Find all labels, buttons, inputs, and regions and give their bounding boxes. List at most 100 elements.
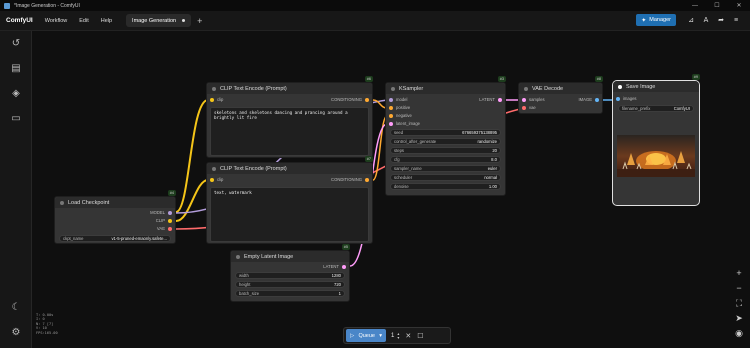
conditioning-output-port[interactable]: CONDITIONING — [331, 97, 369, 102]
vae-decode-node[interactable]: #8 VAE Decode samples vae IMAGE — [518, 76, 603, 114]
vae-output-port[interactable]: VAE — [157, 226, 172, 231]
collapse-dot-icon[interactable] — [618, 84, 622, 89]
empty-latent-image-node[interactable]: #5 Empty Latent Image LATENT width 1280 h… — [230, 244, 350, 302]
filename-prefix-widget[interactable]: filename_prefix ComfyUI — [618, 105, 694, 112]
latent-output-port[interactable]: LATENT — [323, 264, 346, 269]
zoom-out-icon[interactable]: − — [732, 281, 746, 295]
chevron-down-icon[interactable]: ▾ — [379, 333, 382, 339]
node-title[interactable]: CLIP Text Encode (Prompt) — [207, 83, 372, 94]
unsaved-dot-icon[interactable] — [182, 19, 186, 22]
clip-output-port[interactable]: CLIP — [156, 218, 172, 223]
history-icon[interactable]: ↺ — [9, 36, 23, 50]
pointer-icon[interactable]: ➤ — [732, 311, 746, 325]
seed-widget[interactable]: seed 676659375138895 — [390, 129, 501, 136]
positive-input-port[interactable]: positive — [389, 105, 410, 110]
model-output-port[interactable]: MODEL — [150, 210, 172, 215]
images-input-port[interactable]: images — [616, 96, 637, 101]
samples-input-port[interactable]: samples — [522, 97, 545, 102]
width-widget[interactable]: width 1280 — [235, 272, 345, 279]
menu-edit[interactable]: Edit — [79, 18, 88, 24]
moon-icon[interactable]: ☾ — [9, 300, 23, 314]
cancel-icon[interactable]: ✕ — [405, 332, 411, 340]
latent-image-input-port[interactable]: latent_image — [389, 121, 420, 126]
conditioning-output-port[interactable]: CONDITIONING — [331, 177, 369, 182]
close-window-button[interactable]: ✕ — [728, 0, 750, 11]
stepper-icon[interactable]: ▴ ▾ — [397, 331, 399, 340]
image-output-port[interactable]: IMAGE — [579, 97, 599, 102]
save-image-node[interactable]: #9 Save Image images filename_prefix Comf… — [612, 74, 700, 206]
menu-icon[interactable]: ≡ — [730, 14, 742, 26]
clip-text-encode-negative-node[interactable]: #7 CLIP Text Encode (Prompt) clip CONDIT… — [206, 156, 373, 244]
port-dot-icon[interactable] — [168, 218, 172, 223]
port-dot-icon[interactable] — [210, 177, 214, 182]
steps-widget[interactable]: steps 20 — [390, 147, 501, 154]
node-title[interactable]: Empty Latent Image — [231, 251, 349, 262]
zoom-in-icon[interactable]: + — [732, 266, 746, 280]
port-dot-icon[interactable] — [365, 97, 369, 102]
port-dot-icon[interactable] — [168, 210, 172, 215]
model-input-port[interactable]: model — [389, 97, 407, 102]
visibility-icon[interactable]: ◉ — [732, 326, 746, 340]
menu-help[interactable]: Help — [101, 18, 112, 24]
share-icon[interactable]: ➦ — [715, 14, 727, 26]
port-dot-icon[interactable] — [389, 97, 393, 102]
manager-button[interactable]: ✦ Manager — [636, 14, 676, 26]
scheduler-widget[interactable]: scheduler normal — [390, 174, 501, 181]
collapse-dot-icon[interactable] — [524, 86, 528, 91]
port-dot-icon[interactable] — [365, 177, 369, 182]
cube-icon[interactable]: ◈ — [9, 86, 23, 100]
menu-workflow[interactable]: Workflow — [45, 18, 68, 24]
port-dot-icon[interactable] — [595, 97, 599, 102]
latent-output-port[interactable]: LATENT — [479, 97, 502, 102]
node-title[interactable]: Load Checkpoint — [55, 197, 175, 208]
ckpt-name-combo[interactable]: ckpt_name v1-5-pruned-emaonly.safete... — [59, 235, 171, 242]
queue-count-input[interactable]: 1 — [391, 333, 394, 339]
workflow-tab-active[interactable]: Image Generation — [126, 14, 192, 27]
node-title[interactable]: KSampler — [386, 83, 505, 94]
port-dot-icon[interactable] — [168, 226, 172, 231]
collapse-dot-icon[interactable] — [212, 86, 216, 91]
cfg-widget[interactable]: cfg 8.0 — [390, 156, 501, 163]
queue-list-icon[interactable]: ▤ — [9, 61, 23, 75]
folder-icon[interactable]: ▭ — [9, 111, 23, 125]
clip-input-port[interactable]: clip — [210, 97, 223, 102]
output-image-preview[interactable] — [617, 135, 695, 177]
denoise-widget[interactable]: denoise 1.00 — [390, 183, 501, 190]
fit-view-icon[interactable]: ⛶ — [732, 296, 746, 310]
sampler-name-widget[interactable]: sampler_name euler — [390, 165, 501, 172]
batch-size-widget[interactable]: batch_size 1 — [235, 290, 345, 297]
negative-input-port[interactable]: negative — [389, 113, 412, 118]
collapse-dot-icon[interactable] — [391, 86, 395, 91]
port-dot-icon[interactable] — [389, 121, 393, 126]
port-dot-icon[interactable] — [389, 105, 393, 110]
translate-icon[interactable]: A — [700, 14, 712, 26]
node-title[interactable]: CLIP Text Encode (Prompt) — [207, 163, 372, 174]
vae-input-port[interactable]: vae — [522, 105, 536, 110]
port-dot-icon[interactable] — [498, 97, 502, 102]
prompt-textarea[interactable]: skeletons and skeletons dancing and pran… — [210, 107, 369, 156]
stop-icon[interactable]: ☐ — [417, 332, 423, 340]
load-checkpoint-node[interactable]: #4 Load Checkpoint MODEL CLIP VAE ckpt_n… — [54, 190, 176, 244]
minimize-button[interactable]: — — [684, 0, 706, 11]
settings-gear-icon[interactable]: ⚙ — [9, 325, 23, 339]
clip-text-encode-positive-node[interactable]: #6 CLIP Text Encode (Prompt) clip CONDIT… — [206, 76, 373, 158]
control-after-generate-widget[interactable]: control_after_generate randomize — [390, 138, 501, 145]
clip-input-port[interactable]: clip — [210, 177, 223, 182]
brand-logo[interactable]: ComfyUI — [6, 17, 33, 24]
collapse-dot-icon[interactable] — [212, 166, 216, 171]
port-dot-icon[interactable] — [522, 97, 526, 102]
port-dot-icon[interactable] — [522, 105, 526, 110]
port-dot-icon[interactable] — [389, 113, 393, 118]
node-title[interactable]: Save Image — [613, 81, 699, 92]
collapse-dot-icon[interactable] — [60, 200, 64, 205]
collapse-dot-icon[interactable] — [236, 254, 240, 259]
queue-button[interactable]: ▷ Queue ▾ — [346, 329, 386, 342]
node-title[interactable]: VAE Decode — [519, 83, 602, 94]
maximize-button[interactable]: ☐ — [706, 0, 728, 11]
port-dot-icon[interactable] — [342, 264, 346, 269]
ksampler-node[interactable]: #3 KSampler model positive negative late… — [385, 76, 506, 196]
height-widget[interactable]: height 720 — [235, 281, 345, 288]
model-icon[interactable]: ⊿ — [685, 14, 697, 26]
port-dot-icon[interactable] — [210, 97, 214, 102]
port-dot-icon[interactable] — [616, 96, 620, 101]
